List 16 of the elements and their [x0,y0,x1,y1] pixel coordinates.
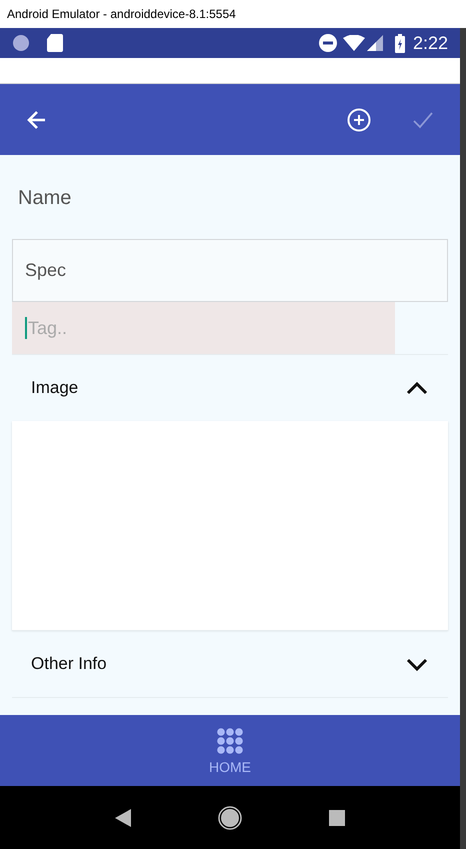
circle-icon [12,34,30,52]
back-nav-button[interactable] [115,808,131,826]
signal-icon [366,35,383,51]
add-button[interactable] [346,106,372,132]
do-not-disturb-icon [318,34,337,52]
battery-icon [394,34,405,52]
name-field[interactable]: Spec [12,239,448,302]
home-tab[interactable]: HOME [209,715,251,786]
section-header[interactable]: Other Info [12,630,448,697]
field-label: Name [17,186,72,211]
window-title: Android Emulator - androiddevice-8.1:5554 [7,6,236,23]
clock: 2:22 [412,32,448,54]
home-nav-button[interactable] [218,806,242,830]
grid-icon [216,728,244,755]
sd-card-icon [47,34,63,52]
recents-nav-button[interactable] [329,810,345,826]
